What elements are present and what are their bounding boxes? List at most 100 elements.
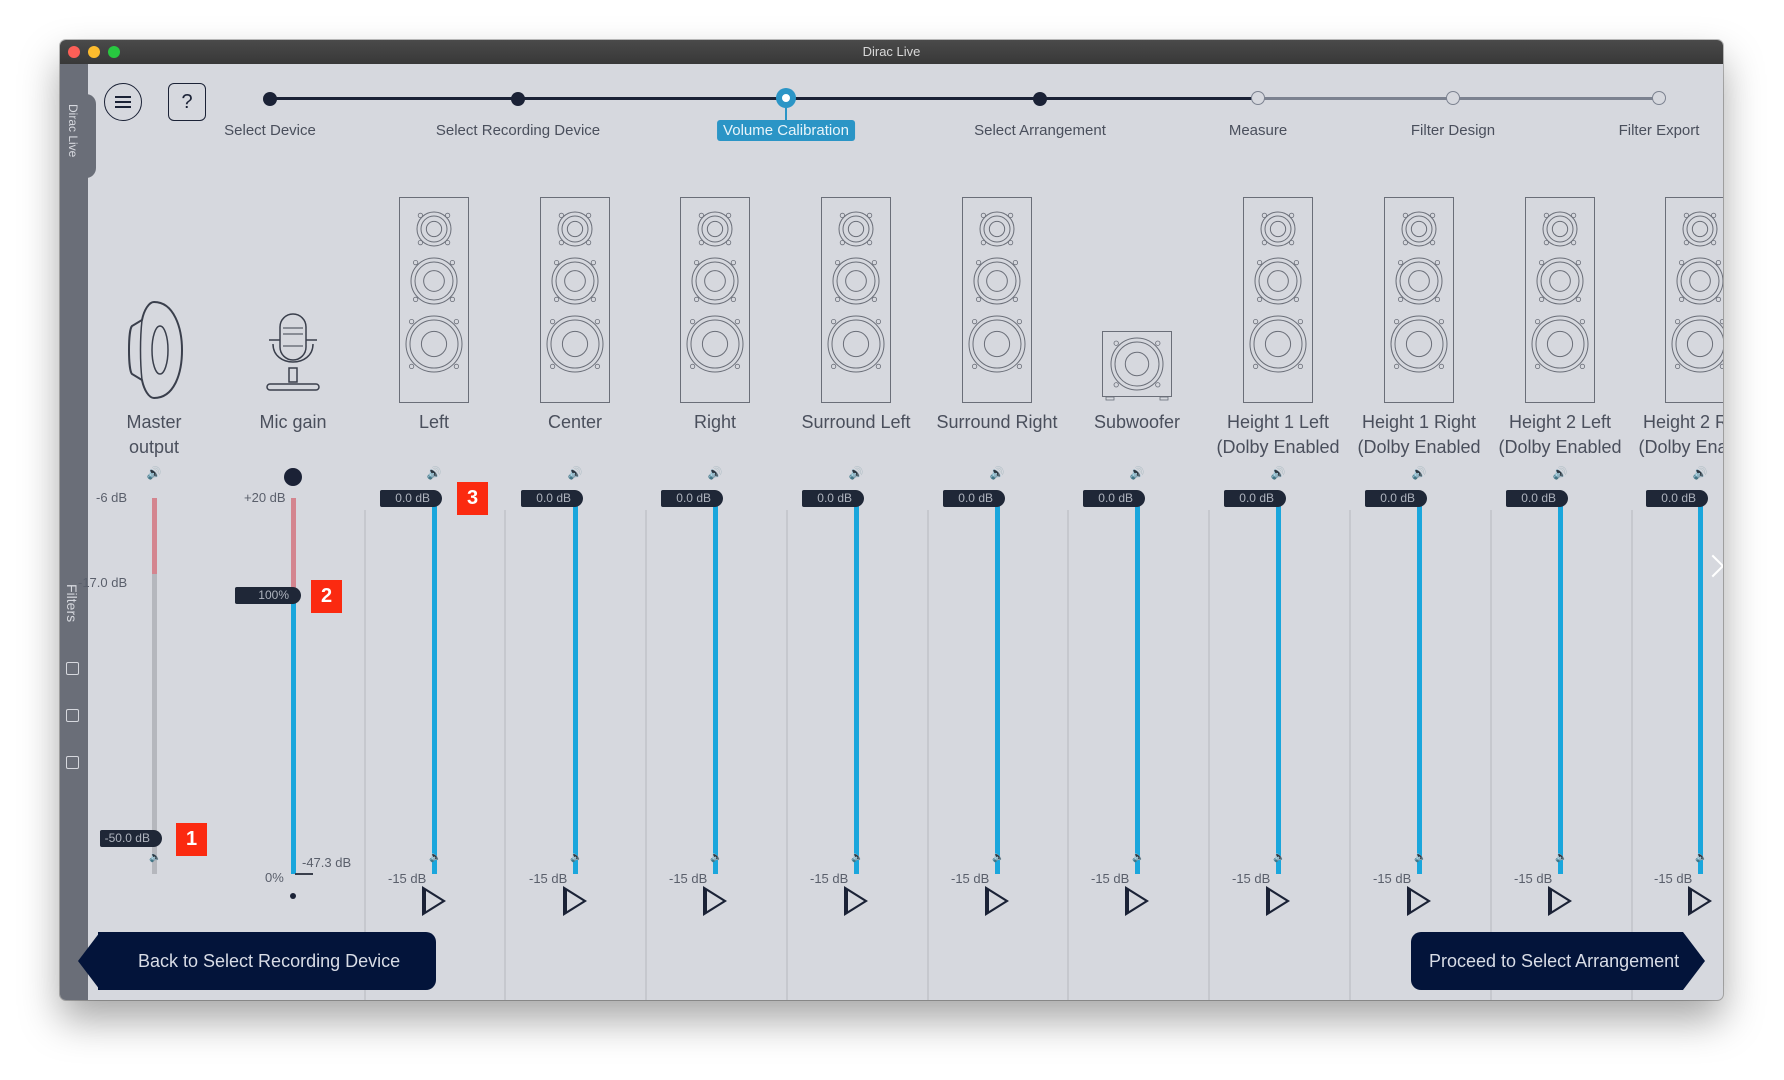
channel-level-track[interactable]	[1135, 498, 1140, 874]
channel-value-pill[interactable]: 0.0 dB	[1083, 490, 1145, 507]
column-separator	[786, 510, 788, 1000]
channel-value-pill[interactable]: 0.0 dB	[1646, 490, 1708, 507]
play-test-tone-button[interactable]	[1407, 886, 1431, 916]
step-label[interactable]: Volume Calibration	[717, 120, 855, 141]
channel-name: Right	[693, 412, 737, 432]
filter-slot-3[interactable]	[66, 756, 79, 769]
channel-name: Subwoofer	[1093, 412, 1181, 432]
window-title: Dirac Live	[862, 44, 921, 59]
column-separator	[645, 510, 647, 1000]
channel-level-track[interactable]	[1698, 498, 1703, 874]
play-test-tone-button[interactable]	[422, 886, 446, 916]
channel-level-track[interactable]	[1417, 498, 1422, 874]
proceed-button[interactable]: Proceed to Select Arrangement	[1411, 932, 1705, 990]
help-button[interactable]: ?	[168, 83, 206, 121]
hamburger-menu-icon-bar	[115, 106, 131, 108]
mic-gain-track[interactable]	[291, 594, 296, 874]
channel-level-track[interactable]	[854, 498, 859, 874]
column-separator	[1208, 510, 1210, 1000]
channel-name: Height 2 Left (Dolby Enabled	[1498, 412, 1622, 457]
filter-slot-2[interactable]	[66, 709, 79, 722]
step-connector	[1258, 97, 1453, 100]
subwoofer-icon	[1102, 331, 1172, 406]
step-connector	[518, 97, 786, 100]
step-connector	[1040, 97, 1258, 100]
channel-name: Height 1 Right (Dolby Enabled	[1357, 412, 1481, 457]
channel-low-label: -15 dB	[1514, 871, 1553, 886]
step-label[interactable]: Select Device	[224, 122, 316, 139]
tower-speaker-icon	[821, 197, 891, 408]
filter-slot-1[interactable]	[66, 662, 79, 675]
channel-level-track[interactable]	[573, 498, 578, 874]
annotation-badge-1: 1	[176, 823, 207, 856]
channel-value-pill[interactable]: 0.0 dB	[661, 490, 723, 507]
volume-up-icon: 🔊	[707, 466, 723, 480]
mic-top-label: +20 dB	[244, 490, 286, 505]
channel-name: Surround Right	[936, 412, 1058, 432]
play-test-tone-button[interactable]	[985, 886, 1009, 916]
mic-bottom-label: 0%	[265, 870, 284, 885]
master-output-label: Master output	[126, 412, 182, 457]
tower-speaker-icon	[399, 197, 469, 408]
column-separator	[1631, 510, 1633, 1000]
channel-value-pill[interactable]: 0.0 dB	[802, 490, 864, 507]
back-button[interactable]: Back to Select Recording Device	[78, 932, 436, 990]
volume-up-icon: 🔊	[426, 466, 442, 480]
mic-gain-value-pill[interactable]: 100%	[235, 587, 301, 604]
volume-down-icon: 🔈	[1273, 852, 1286, 863]
channel-value-pill[interactable]: 0.0 dB	[1224, 490, 1286, 507]
step-node-volume-calibration[interactable]	[776, 88, 796, 108]
step-node-select-arrangement[interactable]	[1033, 92, 1047, 106]
channel-level-track[interactable]	[713, 498, 718, 874]
volume-up-icon: 🔊	[1411, 466, 1427, 480]
step-label[interactable]: Select Recording Device	[436, 122, 600, 139]
master-mid-label: -17.0 dB	[78, 575, 128, 590]
step-label[interactable]: Measure	[1229, 122, 1287, 139]
play-test-tone-button[interactable]	[844, 886, 868, 916]
step-node-select-device[interactable]	[263, 92, 277, 106]
app-window: Dirac Live Dirac Live Filters ? Select D…	[60, 40, 1723, 1000]
channel-low-label: -15 dB	[529, 871, 568, 886]
channel-level-track[interactable]	[1558, 498, 1563, 874]
step-label[interactable]: Filter Export	[1619, 122, 1700, 139]
annotation-badge-2: 2	[311, 580, 342, 613]
step-node-filter-design[interactable]	[1446, 91, 1460, 105]
channel-name: Surround Left	[801, 412, 911, 432]
volume-up-icon: 🔊	[567, 466, 583, 480]
play-test-tone-button[interactable]	[1266, 886, 1290, 916]
step-connector	[270, 97, 518, 100]
channel-level-track[interactable]	[1276, 498, 1281, 874]
channel-value-pill[interactable]: 0.0 dB	[1365, 490, 1427, 507]
step-node-measure[interactable]	[1251, 91, 1265, 105]
tower-speaker-icon	[1243, 197, 1313, 408]
play-test-tone-button[interactable]	[1548, 886, 1572, 916]
channel-value-pill[interactable]: 0.0 dB	[1506, 490, 1568, 507]
mic-level-marker	[295, 873, 313, 875]
play-test-tone-button[interactable]	[563, 886, 587, 916]
scroll-right-chevron-icon[interactable]	[1701, 554, 1723, 578]
volume-down-icon: 🔈	[1695, 852, 1708, 863]
dirac-live-tab[interactable]: Dirac Live	[60, 94, 96, 178]
channel-low-label: -15 dB	[1654, 871, 1693, 886]
play-test-tone-button[interactable]	[703, 886, 727, 916]
step-node-filter-export[interactable]	[1652, 91, 1666, 105]
step-label[interactable]: Select Arrangement	[974, 122, 1106, 139]
channel-level-track[interactable]	[432, 498, 437, 874]
channel-name: Height 1 Left (Dolby Enabled	[1216, 412, 1340, 457]
menu-button[interactable]	[104, 83, 142, 121]
channel-low-label: -15 dB	[951, 871, 990, 886]
play-test-tone-button[interactable]	[1125, 886, 1149, 916]
proceed-button-label: Proceed to Select Arrangement	[1429, 951, 1680, 971]
step-node-select-recording-device[interactable]	[511, 92, 525, 106]
tower-speaker-icon	[1384, 197, 1454, 408]
channel-level-track[interactable]	[995, 498, 1000, 874]
volume-down-icon: 🔈	[851, 852, 864, 863]
channel-value-pill[interactable]: 0.0 dB	[521, 490, 583, 507]
master-track[interactable]	[152, 574, 157, 874]
master-value-pill[interactable]: -50.0 dB	[100, 830, 162, 847]
channel-value-pill[interactable]: 0.0 dB	[380, 490, 442, 507]
column-separator	[504, 510, 506, 1000]
channel-value-pill[interactable]: 0.0 dB	[943, 490, 1005, 507]
play-test-tone-button[interactable]	[1688, 886, 1712, 916]
step-label[interactable]: Filter Design	[1411, 122, 1495, 139]
